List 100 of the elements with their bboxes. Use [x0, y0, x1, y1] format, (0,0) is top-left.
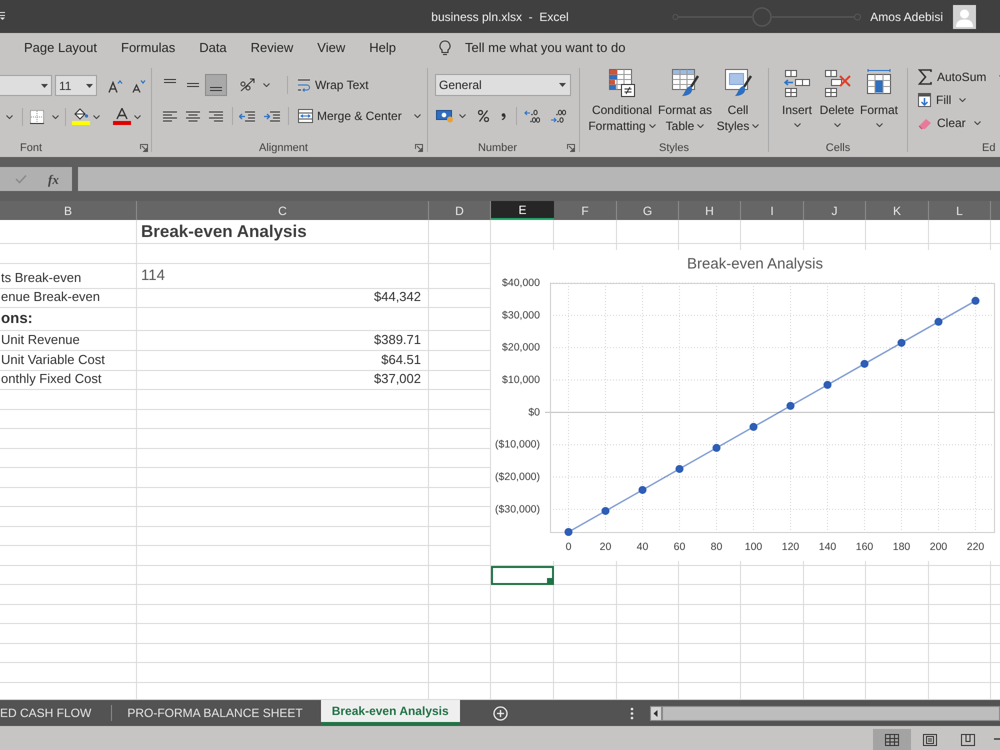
format-cells-button[interactable]: Format	[857, 68, 901, 127]
wrap-text-button[interactable]: Wrap Text	[295, 74, 371, 96]
sheet-tab[interactable]: Break-even Analysis	[320, 700, 460, 725]
font-color-icon[interactable]	[113, 108, 131, 125]
user-name[interactable]: Amos Adebisi	[870, 8, 943, 26]
sheet-tab[interactable]: ED CASH FLOW	[0, 700, 112, 726]
formula-input[interactable]	[78, 167, 1000, 191]
dialog-launcher-icon[interactable]	[567, 144, 575, 152]
horizontal-scrollbar[interactable]	[662, 706, 1000, 720]
dialog-launcher-icon[interactable]	[415, 144, 423, 152]
x-axis-label: 80	[710, 541, 722, 553]
group-label: Alignment	[258, 140, 309, 156]
group-label: Styles	[658, 140, 690, 156]
page-break-view-icon[interactable]	[961, 734, 975, 746]
percent-icon[interactable]	[478, 110, 489, 122]
add-sheet-icon[interactable]	[492, 706, 508, 720]
number-format-dropdown[interactable]: General	[435, 74, 571, 96]
autosum-button[interactable]: AutoSum	[918, 68, 1000, 86]
cell-value: $44,342	[374, 289, 421, 305]
grow-font-icon[interactable]	[108, 78, 123, 92]
align-right-icon[interactable]	[209, 110, 223, 122]
lightbulb-icon[interactable]	[439, 40, 451, 56]
merge-center-button[interactable]: Merge & Center	[296, 105, 423, 127]
comma-style-icon[interactable]	[501, 112, 506, 120]
data-point	[860, 360, 868, 368]
scroll-left-button[interactable]	[650, 706, 662, 720]
bottom-align-icon[interactable]	[205, 74, 227, 96]
cell-value: $37,002	[374, 371, 421, 387]
cell-styles-button[interactable]: Cell Styles	[714, 68, 762, 134]
y-axis-label: ($30,000)	[495, 503, 540, 516]
decrease-decimal-icon[interactable]	[550, 109, 566, 123]
dialog-launcher-icon[interactable]	[140, 144, 148, 152]
column-header[interactable]: E	[491, 201, 554, 220]
y-axis-label: ($20,000)	[495, 471, 540, 484]
delete-cells-icon	[823, 68, 851, 98]
ribbon-tab[interactable]: Page Layout	[14, 33, 108, 63]
selected-cell[interactable]	[491, 566, 554, 585]
cell-value: 114	[141, 267, 165, 285]
y-axis-label: $10,000	[502, 374, 540, 386]
x-axis-label: 20	[600, 541, 612, 553]
sheet-tab[interactable]: PRO-FORMA BALANCE SHEET	[112, 700, 318, 726]
align-left-icon[interactable]	[163, 110, 177, 122]
row-label: Unit Variable Cost	[1, 352, 105, 368]
data-point	[786, 402, 794, 410]
more-options-icon[interactable]	[630, 706, 634, 720]
y-axis-label: $20,000	[502, 342, 540, 354]
avatar-icon[interactable]	[953, 4, 976, 28]
data-point	[972, 296, 980, 305]
menu-icon[interactable]	[0, 10, 5, 20]
page-layout-view-icon[interactable]	[923, 734, 937, 746]
caret-icon	[648, 124, 656, 128]
row-label: onthly Fixed Cost	[1, 371, 102, 387]
currency-icon[interactable]	[436, 109, 454, 123]
data-point	[676, 464, 684, 473]
cell-styles-icon	[724, 68, 752, 98]
font-size-dropdown[interactable]: 11	[55, 75, 97, 96]
shrink-font-icon[interactable]	[132, 78, 146, 92]
caret-icon	[134, 114, 141, 118]
x-axis-label: 60	[674, 541, 686, 553]
decrease-indent-icon[interactable]	[239, 110, 255, 122]
data-point	[712, 444, 720, 452]
y-axis-label: ($10,000)	[495, 438, 540, 451]
clear-button[interactable]: Clear	[918, 114, 981, 132]
caret-icon	[752, 124, 760, 128]
borders-icon[interactable]	[30, 110, 44, 124]
increase-indent-icon[interactable]	[264, 110, 280, 122]
format-as-table-button[interactable]: Format as Table	[656, 68, 714, 134]
caret-icon	[41, 84, 48, 88]
x-axis-label: 120	[782, 541, 800, 553]
fill-handle[interactable]	[547, 578, 552, 583]
merge-cells-icon	[298, 109, 313, 123]
cell-value: $64.51	[381, 352, 421, 368]
increase-decimal-icon[interactable]	[524, 109, 540, 123]
caret-icon	[876, 123, 882, 127]
conditional-formatting-button[interactable]: Conditional Formatting	[588, 68, 656, 134]
fill-color-icon[interactable]	[72, 108, 90, 125]
ribbon-tab[interactable]: Help	[359, 33, 406, 63]
insert-cells-button[interactable]: Insert	[779, 68, 815, 127]
insert-cells-icon	[783, 68, 811, 98]
y-axis-label: $0	[528, 406, 540, 418]
cell-value: $389.71	[374, 332, 421, 348]
check-icon[interactable]	[15, 174, 27, 184]
row-label: enue Break-even	[1, 289, 100, 305]
caret-icon	[263, 83, 270, 87]
delete-cells-button[interactable]: Delete	[817, 68, 857, 127]
fill-down-icon	[918, 93, 931, 107]
fill-button[interactable]: Fill	[918, 91, 966, 109]
normal-view-icon[interactable]	[873, 729, 911, 750]
ribbon-tab[interactable]: Data	[189, 33, 237, 63]
tell-me-search-field[interactable]: Tell me what you want to do	[465, 38, 675, 58]
ribbon-tab[interactable]: Formulas	[111, 33, 186, 63]
caret-icon	[697, 124, 704, 128]
ribbon-tab[interactable]: Review	[240, 33, 304, 63]
ribbon-tab[interactable]: View	[307, 33, 356, 63]
align-center-icon[interactable]	[186, 110, 200, 122]
caret-icon	[974, 121, 981, 125]
caret-icon	[414, 114, 421, 118]
x-axis-label: 0	[566, 541, 572, 553]
insert-function-button[interactable]: fx	[48, 172, 59, 186]
caret-icon	[559, 83, 566, 87]
